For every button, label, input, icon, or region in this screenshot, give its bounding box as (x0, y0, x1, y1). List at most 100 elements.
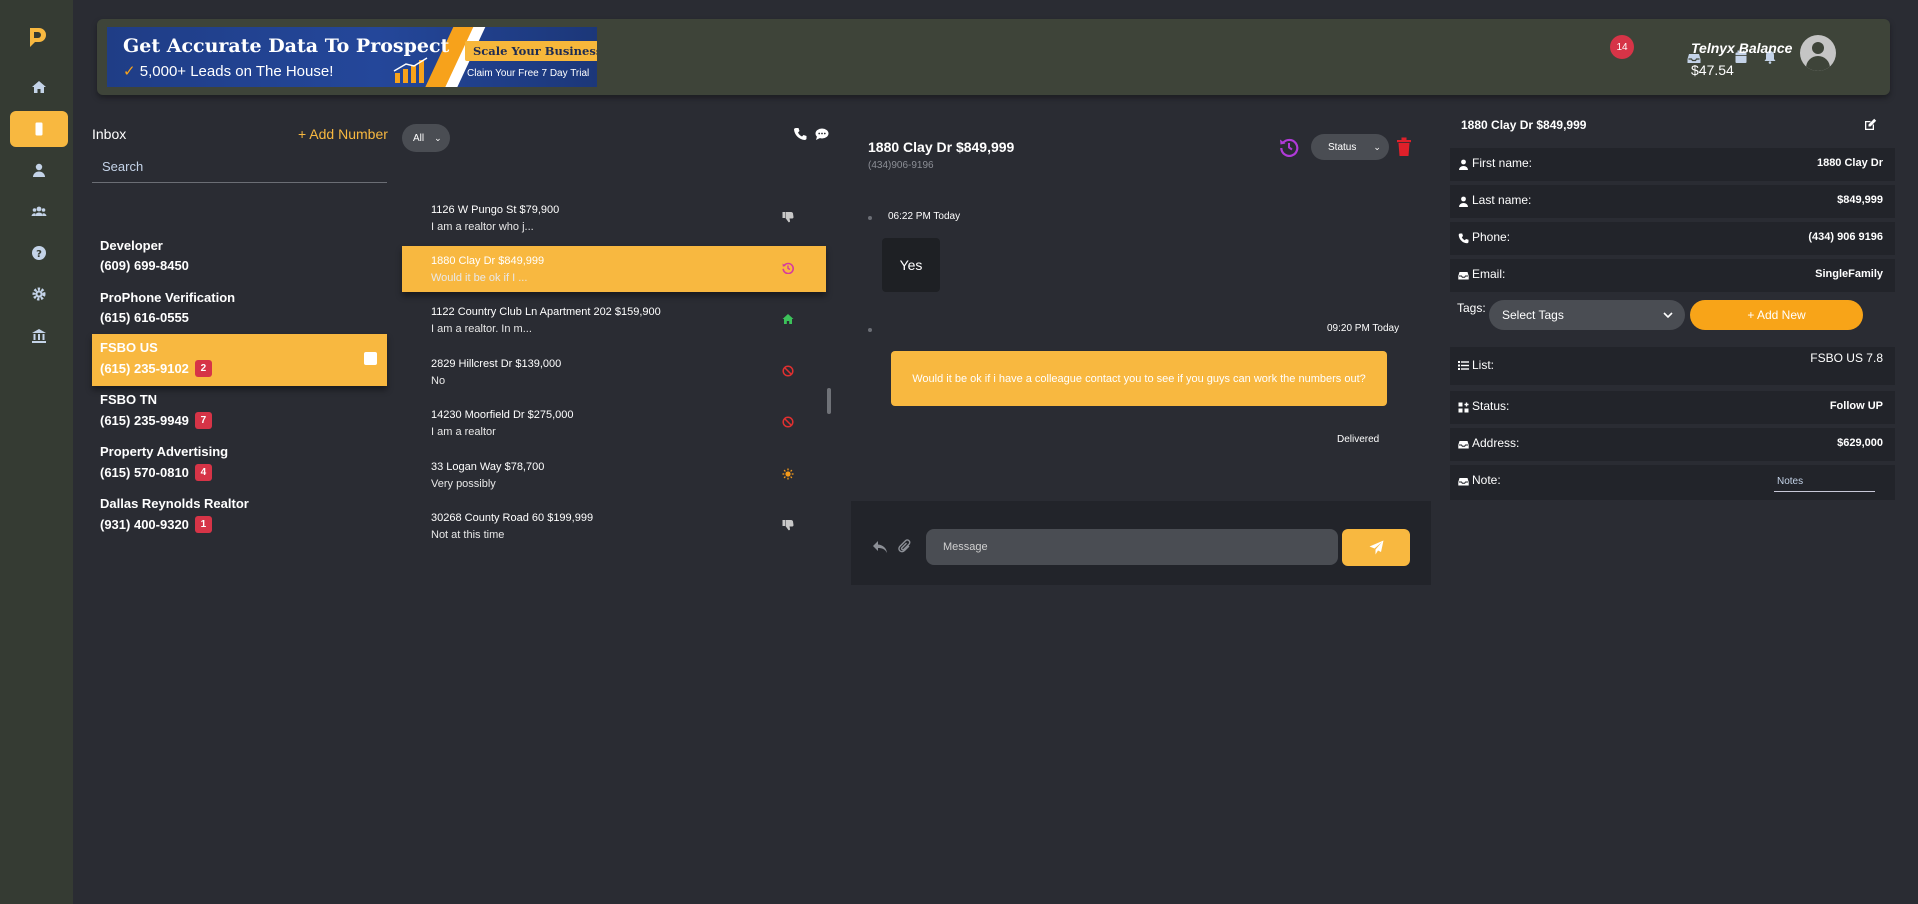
conversation-preview: Very possibly (431, 478, 496, 490)
users-icon (31, 206, 47, 216)
search-input[interactable] (92, 150, 387, 183)
notes-input[interactable] (1774, 472, 1875, 492)
nav-home[interactable] (10, 69, 68, 105)
number-item-fsbo-tn[interactable]: FSBO TN (615) 235-9949 7 (92, 386, 387, 438)
conversation-item[interactable]: 2829 Hillcrest Dr $139,000 No (402, 349, 826, 395)
number-phone-text: (615) 570-0810 (100, 465, 189, 480)
trash-icon[interactable] (1396, 137, 1412, 157)
home-icon (32, 81, 46, 93)
list-label: List: (1472, 358, 1495, 372)
conversation-item[interactable]: 1122 Country Club Ln Apartment 202 $159,… (402, 297, 826, 343)
banner-trial: Claim Your Free 7 Day Trial (467, 68, 590, 79)
history-icon[interactable] (1279, 137, 1299, 157)
paperclip-icon[interactable] (898, 539, 912, 555)
ban-icon (782, 365, 794, 377)
notification-badge[interactable]: 14 (1610, 35, 1634, 59)
chevron-down-icon (1663, 312, 1673, 319)
number-name: FSBO TN (100, 392, 158, 407)
nav-bank[interactable] (10, 318, 68, 354)
promo-banner[interactable]: Get Accurate Data To Prospect ✓ 5,000+ L… (107, 27, 597, 87)
note-row: Note: (1450, 465, 1895, 500)
conversation-item[interactable]: 1126 W Pungo St $79,900 I am a realtor w… (402, 195, 826, 241)
gear-icon (32, 287, 46, 301)
nav-contacts[interactable] (10, 152, 68, 188)
last-name-label: Last name: (1472, 193, 1532, 207)
number-item-developer[interactable]: Developer (609) 699-8450 (92, 232, 387, 284)
status-row: Status: Follow UP (1450, 391, 1895, 424)
message-composer (851, 501, 1431, 585)
number-item-prophone-verification[interactable]: ProPhone Verification (615) 616-0555 (92, 284, 387, 336)
conversation-title: 1122 Country Club Ln Apartment 202 $159,… (431, 306, 661, 318)
phone-label: Phone: (1472, 230, 1511, 244)
number-phone: (615) 616-0555 (100, 310, 189, 325)
message-input[interactable] (926, 529, 1338, 565)
tags-row: Tags: Select Tags + Add New (1450, 293, 1895, 353)
number-item-property-advertising[interactable]: Property Advertising (615) 570-0810 4 (92, 438, 387, 490)
edit-icon[interactable] (1864, 118, 1877, 131)
home-icon (782, 314, 794, 324)
conversation-preview: No (431, 375, 446, 387)
user-icon (1459, 196, 1468, 207)
svg-text:?: ? (36, 249, 42, 260)
chevron-down-icon: ⌄ (434, 132, 442, 143)
conversation-item[interactable]: 30268 County Road 60 $199,999 Not at thi… (402, 503, 826, 549)
number-name: FSBO US (100, 340, 158, 355)
chat-panel: 1880 Clay Dr $849,999 (434)906-9196 Stat… (851, 120, 1431, 585)
email-label: Email: (1472, 267, 1506, 281)
unread-badge: 7 (194, 412, 212, 429)
send-button[interactable] (1342, 529, 1410, 566)
reply-icon[interactable] (872, 540, 888, 554)
telnyx-balance-amount: $47.54 (1691, 62, 1734, 78)
status-value: Follow UP (1829, 400, 1883, 412)
nav-help[interactable]: ? (10, 235, 68, 271)
number-phone-text: (615) 235-9102 (100, 361, 189, 376)
help-icon: ? (32, 246, 46, 260)
ban-icon (782, 416, 794, 428)
filter-dropdown[interactable]: All ⌄ (402, 124, 450, 152)
inbox-title: Inbox (92, 126, 127, 142)
check-icon: ✓ (123, 63, 136, 80)
conversation-title: 14230 Moorfield Dr $275,000 (431, 409, 574, 421)
conversation-item-active[interactable]: 1880 Clay Dr $849,999 Would it be ok if … (402, 246, 826, 292)
number-item-dallas-reynolds-realtor[interactable]: Dallas Reynolds Realtor (931) 400-9320 1 (92, 490, 387, 542)
first-name-label: First name: (1472, 156, 1533, 170)
telnyx-balance-label: Telnyx Balance (1691, 40, 1793, 56)
app-logo-icon[interactable] (27, 26, 47, 48)
address-label: Address: (1472, 436, 1520, 450)
status-label: Status: (1472, 399, 1510, 413)
number-phone-text: (609) 699-8450 (100, 258, 189, 273)
chat-phone: (434)906-9196 (868, 160, 934, 171)
list-row: List: FSBO US 7.8 (1450, 347, 1895, 385)
conversation-title: 2829 Hillcrest Dr $139,000 (431, 358, 562, 370)
conversation-item[interactable]: 33 Logan Way $78,700 Very possibly (402, 452, 826, 498)
avatar[interactable] (1800, 35, 1836, 71)
details-title: 1880 Clay Dr $849,999 (1461, 118, 1587, 132)
conversation-scrollbar[interactable] (827, 388, 831, 414)
nav-teams[interactable] (10, 193, 68, 229)
chat-icon[interactable] (815, 127, 829, 141)
conversation-preview: I am a realtor. In m... (431, 323, 532, 335)
message-time: 06:22 PM Today (888, 211, 961, 222)
edit-icon[interactable] (364, 352, 377, 365)
message-bubble-outgoing: Would it be ok if i have a colleague con… (891, 351, 1387, 406)
timestamp-dot (868, 328, 872, 332)
nav-mobile[interactable] (10, 111, 68, 147)
status-icon (1458, 402, 1469, 413)
banner-cta[interactable]: Scale Your Business (465, 41, 597, 61)
chat-title: 1880 Clay Dr $849,999 (868, 139, 1015, 155)
conversation-item[interactable]: 14230 Moorfield Dr $275,000 I am a realt… (402, 400, 826, 446)
tags-select-placeholder: Select Tags (1502, 308, 1564, 322)
tags-select[interactable]: Select Tags (1489, 300, 1685, 330)
nav-settings[interactable] (10, 276, 68, 312)
user-icon (1459, 159, 1468, 170)
inbox-icon (1458, 441, 1469, 449)
status-dropdown[interactable]: Status ⌄ (1311, 134, 1389, 160)
email-row: Email: SingleFamily (1450, 259, 1895, 292)
add-number-button[interactable]: + Add Number (298, 126, 388, 142)
add-tag-button[interactable]: + Add New (1690, 300, 1863, 330)
sidebar: ? (0, 0, 73, 904)
phone-icon[interactable] (793, 127, 807, 141)
number-item-fsbo-us[interactable]: FSBO US (615) 235-9102 2 (92, 334, 387, 386)
inbox-icon (1458, 272, 1469, 280)
tags-label: Tags: (1457, 301, 1486, 315)
